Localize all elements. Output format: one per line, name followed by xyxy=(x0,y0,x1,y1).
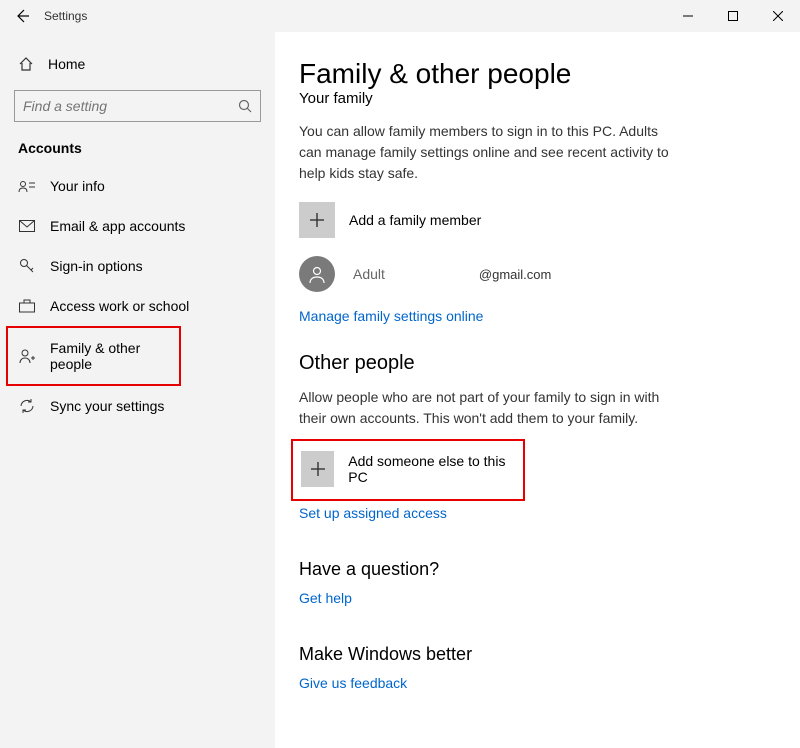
add-family-member-button[interactable]: Add a family member xyxy=(299,202,760,238)
assigned-access-link[interactable]: Set up assigned access xyxy=(299,505,447,521)
sidebar-item-label: Your info xyxy=(50,178,105,194)
page-title: Family & other people xyxy=(299,58,760,90)
sidebar-home[interactable]: Home xyxy=(0,50,275,78)
your-family-heading: Your family xyxy=(299,90,760,107)
search-icon xyxy=(238,99,252,113)
get-help-link[interactable]: Get help xyxy=(299,590,352,606)
maximize-button[interactable] xyxy=(710,0,755,32)
sidebar-item-label: Family & other people xyxy=(50,340,179,372)
feedback-heading: Make Windows better xyxy=(299,644,760,665)
main-panel: Family & other people Your family You ca… xyxy=(275,32,800,748)
search-box[interactable] xyxy=(14,90,261,122)
sidebar-item-label: Email & app accounts xyxy=(50,218,185,234)
minimize-button[interactable] xyxy=(665,0,710,32)
back-button[interactable] xyxy=(14,8,30,24)
other-people-heading: Other people xyxy=(299,352,760,375)
sidebar-item-signin[interactable]: Sign-in options xyxy=(0,246,275,286)
sidebar-item-work[interactable]: Access work or school xyxy=(0,286,275,326)
sidebar-item-label: Sync your settings xyxy=(50,398,164,414)
sidebar-item-your-info[interactable]: Your info xyxy=(0,166,275,206)
sidebar-item-sync[interactable]: Sync your settings xyxy=(0,386,275,426)
your-family-desc: You can allow family members to sign in … xyxy=(299,121,669,184)
titlebar: Settings xyxy=(0,0,800,32)
member-email: @gmail.com xyxy=(479,267,551,282)
sidebar: Home Accounts Your info xyxy=(0,32,275,748)
key-icon xyxy=(18,258,36,274)
sidebar-item-label: Sign-in options xyxy=(50,258,143,274)
manage-family-link[interactable]: Manage family settings online xyxy=(299,308,483,324)
add-someone-label: Add someone else to this PC xyxy=(348,453,515,485)
sidebar-item-label: Access work or school xyxy=(50,298,189,314)
add-someone-else-button[interactable]: Add someone else to this PC xyxy=(301,451,515,487)
app-title: Settings xyxy=(44,9,87,23)
home-icon xyxy=(18,56,34,72)
mail-icon xyxy=(18,220,36,232)
sidebar-item-email[interactable]: Email & app accounts xyxy=(0,206,275,246)
avatar-icon xyxy=(299,256,335,292)
search-input[interactable] xyxy=(23,98,238,114)
people-add-icon xyxy=(18,348,36,364)
member-role: Adult xyxy=(353,266,385,282)
sidebar-section-header: Accounts xyxy=(0,140,275,166)
sidebar-item-family[interactable]: Family & other people xyxy=(8,328,179,384)
plus-icon xyxy=(301,451,334,487)
plus-icon xyxy=(299,202,335,238)
feedback-link[interactable]: Give us feedback xyxy=(299,675,407,691)
family-member-row[interactable]: Adult @gmail.com xyxy=(299,256,760,292)
add-family-label: Add a family member xyxy=(349,212,481,228)
sync-icon xyxy=(18,398,36,414)
person-card-icon xyxy=(18,179,36,193)
close-button[interactable] xyxy=(755,0,800,32)
briefcase-icon xyxy=(18,299,36,313)
sidebar-home-label: Home xyxy=(48,56,85,72)
question-heading: Have a question? xyxy=(299,559,760,580)
other-people-desc: Allow people who are not part of your fa… xyxy=(299,387,669,429)
